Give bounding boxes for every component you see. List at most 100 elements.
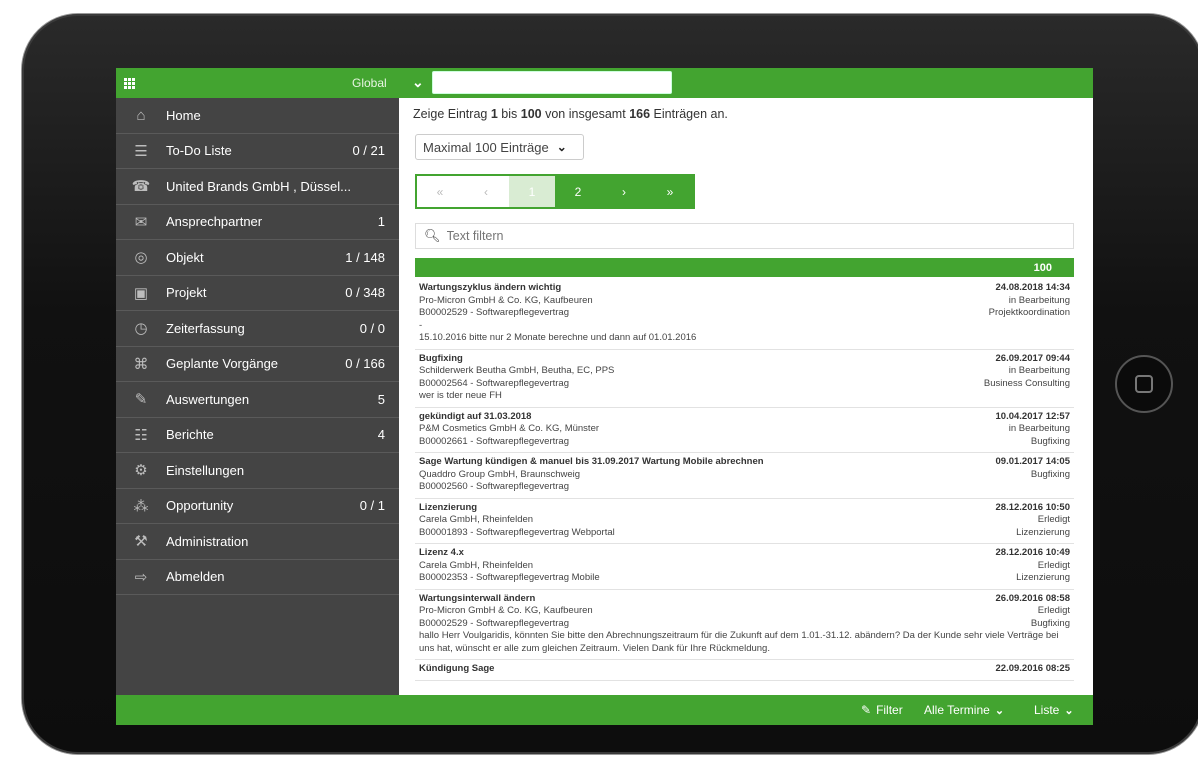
sidebar-item-label: United Brands GmbH , Düssel... [166, 178, 351, 194]
sidebar-item-opportunity[interactable]: ⁂ Opportunity 0 / 1 [116, 489, 399, 524]
chat-icon: ✉ [134, 213, 148, 231]
tablet-home-button[interactable] [1115, 355, 1173, 413]
filter-button[interactable]: ✎ Filter [861, 703, 903, 717]
sidebar-item-berichte[interactable]: ☷ Berichte 4 [116, 418, 399, 453]
sidebar-item-zeiterfassung[interactable]: ◷ Zeiterfassung 0 / 0 [116, 311, 399, 347]
entry-company: Carela GmbH, Rheinfelden [419, 559, 534, 571]
entry-category: Lizenzierung [1016, 526, 1070, 538]
appointments-dropdown[interactable]: Alle Termine ⌄ [924, 703, 1004, 717]
entry-row: Carela GmbH, Rheinfelden Erledigt [419, 514, 1070, 527]
entry-row: Lizenz 4.x 28.12.2016 10:49 [419, 547, 1070, 560]
entry-date: 26.09.2016 08:58 [995, 592, 1070, 604]
entries-list: Wartungszyklus ändern wichtig 24.08.2018 … [415, 279, 1074, 681]
entry-company: Pro-Micron GmbH & Co. KG, Kaufbeuren [419, 294, 593, 306]
sidebar-item-objekt[interactable]: ◎ Objekt 1 / 148 [116, 240, 399, 276]
entry-row: B00001893 - Softwarepflegevertrag Webpor… [419, 527, 1070, 540]
list-item[interactable]: Bugfixing 26.09.2017 09:44 Schilderwerk Be… [415, 350, 1074, 408]
max-entries-select[interactable]: Maximal 100 Einträge ⌄ [415, 134, 584, 160]
project-icon: ▣ [133, 284, 149, 302]
pager-last-button[interactable]: » [647, 176, 693, 207]
sidebar-item-geplante-vorgänge[interactable]: ⌘ Geplante Vorgänge 0 / 166 [116, 347, 399, 382]
entry-row: Wartungsinterwall ändern 26.09.2016 08:58 [419, 593, 1070, 606]
sidebar-item-home[interactable]: ⌂ Home [116, 98, 399, 134]
entry-row: Schilderwerk Beutha GmbH, Beutha, EC, PP… [419, 365, 1070, 378]
clock-icon: ◷ [134, 320, 148, 338]
entry-status: Erledigt [1037, 605, 1070, 616]
entry-row: B00002560 - Softwarepflegevertrag [419, 481, 1070, 494]
entry-category: Bugfixing [1030, 435, 1070, 447]
pager-page-1[interactable]: 1 [509, 176, 555, 207]
entry-row: Sage Wartung kündigen & manuel bis 31.09… [419, 456, 1070, 469]
pager-page-2[interactable]: 2 [555, 176, 601, 207]
entry-row: B00002564 - Softwarepflegevertrag Busines… [419, 378, 1070, 391]
entry-title: Sage Wartung kündigen & manuel bis 31.09… [419, 456, 764, 467]
view-dropdown[interactable]: Liste ⌄ [1034, 703, 1074, 717]
entry-contract: B00002564 - Softwarepflegevertrag [419, 377, 569, 389]
list-item[interactable]: Lizenz 4.x 28.12.2016 10:49 Carela GmbH, R… [415, 544, 1074, 590]
sidebar-item-projekt[interactable]: ▣ Projekt 0 / 348 [116, 276, 399, 311]
list-item[interactable]: Sage Wartung kündigen & manuel bis 31.09… [415, 453, 1074, 499]
entry-company: Schilderwerk Beutha GmbH, Beutha, EC, PP… [419, 365, 615, 376]
entry-note: - [419, 319, 423, 331]
entry-row: Quaddro Group GmbH, Braunschweig Bugfixin… [419, 469, 1070, 482]
sidebar-item-to-do-liste[interactable]: ☰ To-Do Liste 0 / 21 [116, 134, 399, 169]
sidebar-item-count: 0 / 348 [345, 285, 385, 301]
list-item[interactable]: gekündigt auf 31.03.2018 10.04.2017 12:57… [415, 408, 1074, 453]
entry-note: hallo Herr Voulgaridis, könnten Sie bitt… [419, 630, 1059, 654]
sidebar-item-label: Abmelden [166, 569, 225, 585]
global-search-input[interactable] [432, 71, 672, 94]
entry-row: Kündigung Sage 22.09.2016 08:25 [419, 663, 1070, 676]
pager-first-button[interactable]: « [417, 176, 463, 207]
pager-next-button[interactable]: › [601, 176, 647, 207]
entry-row: Wartungszyklus ändern wichtig 24.08.2018 … [419, 282, 1070, 295]
sidebar-item-administration[interactable]: ⚒ Administration [116, 524, 399, 560]
filter-label: Filter [876, 703, 903, 717]
network-icon: ⁂ [133, 497, 149, 515]
sidebar-item-united-brands-gmbh-düssel[interactable]: ☎ United Brands GmbH , Düssel... [116, 169, 399, 205]
pager-prev-button[interactable]: ‹ [463, 176, 509, 207]
chevron-down-icon: ⌄ [556, 140, 567, 154]
text-filter-input[interactable] [446, 229, 1047, 243]
entry-title: Wartungszyklus ändern wichtig [419, 282, 562, 293]
sidebar-item-count: 0 / 1 [359, 498, 385, 514]
chevron-down-icon: ⌄ [1064, 704, 1074, 717]
sidebar-item-count: 0 / 0 [359, 320, 385, 336]
entry-status: in Bearbeitung [1008, 365, 1070, 376]
entries-info: Zeige Eintrag 1 bis 100 von insgesamt 16… [413, 107, 728, 121]
sidebar-item-einstellungen[interactable]: ⚙ Einstellungen [116, 453, 399, 489]
entry-date: 28.12.2016 10:50 [995, 501, 1070, 513]
entry-date: 26.09.2017 09:44 [995, 352, 1070, 364]
list-item[interactable]: Wartungsinterwall ändern 26.09.2016 08:58… [415, 590, 1074, 660]
text-filter[interactable]: 🔍︎ [415, 223, 1074, 249]
list-count: 100 [1033, 261, 1052, 274]
entry-company: Quaddro Group GmbH, Braunschweig [419, 468, 581, 480]
sidebar-item-auswertungen[interactable]: ✎ Auswertungen 5 [116, 382, 399, 418]
entry-title: gekündigt auf 31.03.2018 [419, 410, 532, 422]
todo-icon: ☰ [134, 142, 148, 160]
apps-grid-icon[interactable] [124, 78, 136, 89]
entry-date: 28.12.2016 10:49 [995, 547, 1070, 558]
list-item[interactable]: Kündigung Sage 22.09.2016 08:25 [415, 660, 1074, 681]
sidebar-item-count: 0 / 166 [345, 356, 385, 372]
entry-date: 22.09.2016 08:25 [995, 663, 1070, 674]
list-item[interactable]: Wartungszyklus ändern wichtig 24.08.2018 … [415, 279, 1074, 350]
main-content: Zeige Eintrag 1 bis 100 von insgesamt 16… [407, 98, 1078, 695]
search-icon: 🔍︎ [424, 228, 441, 243]
sidebar-item-abmelden[interactable]: ⇨ Abmelden [116, 560, 399, 595]
entry-status: Bugfixing [1030, 468, 1070, 480]
sidebar-item-ansprechpartner[interactable]: ✉ Ansprechpartner 1 [116, 205, 399, 240]
entry-contract: B00001893 - Softwarepflegevertrag Webpor… [419, 526, 615, 538]
entry-category: Projektkoordination [988, 307, 1070, 318]
scope-label[interactable]: Global [352, 76, 387, 90]
entry-row: P&M Cosmetics GmbH & Co. KG, Münster in B… [419, 423, 1070, 436]
list-item[interactable]: Lizenzierung 28.12.2016 10:50 Carela GmbH,… [415, 499, 1074, 544]
entry-note: 15.10.2016 bitte nur 2 Monate berechne u… [419, 332, 697, 343]
entry-status: Erledigt [1037, 514, 1070, 525]
view-label: Liste [1034, 703, 1060, 717]
sidebar-item-count: 5 [377, 391, 385, 407]
chevron-down-icon: ⌄ [994, 704, 1005, 717]
sidebar-item-label: Home [166, 107, 201, 123]
entry-category: Lizenzierung [1016, 572, 1070, 583]
appointments-label: Alle Termine [924, 703, 990, 717]
chevron-down-icon[interactable]: ⌄ [412, 74, 424, 91]
